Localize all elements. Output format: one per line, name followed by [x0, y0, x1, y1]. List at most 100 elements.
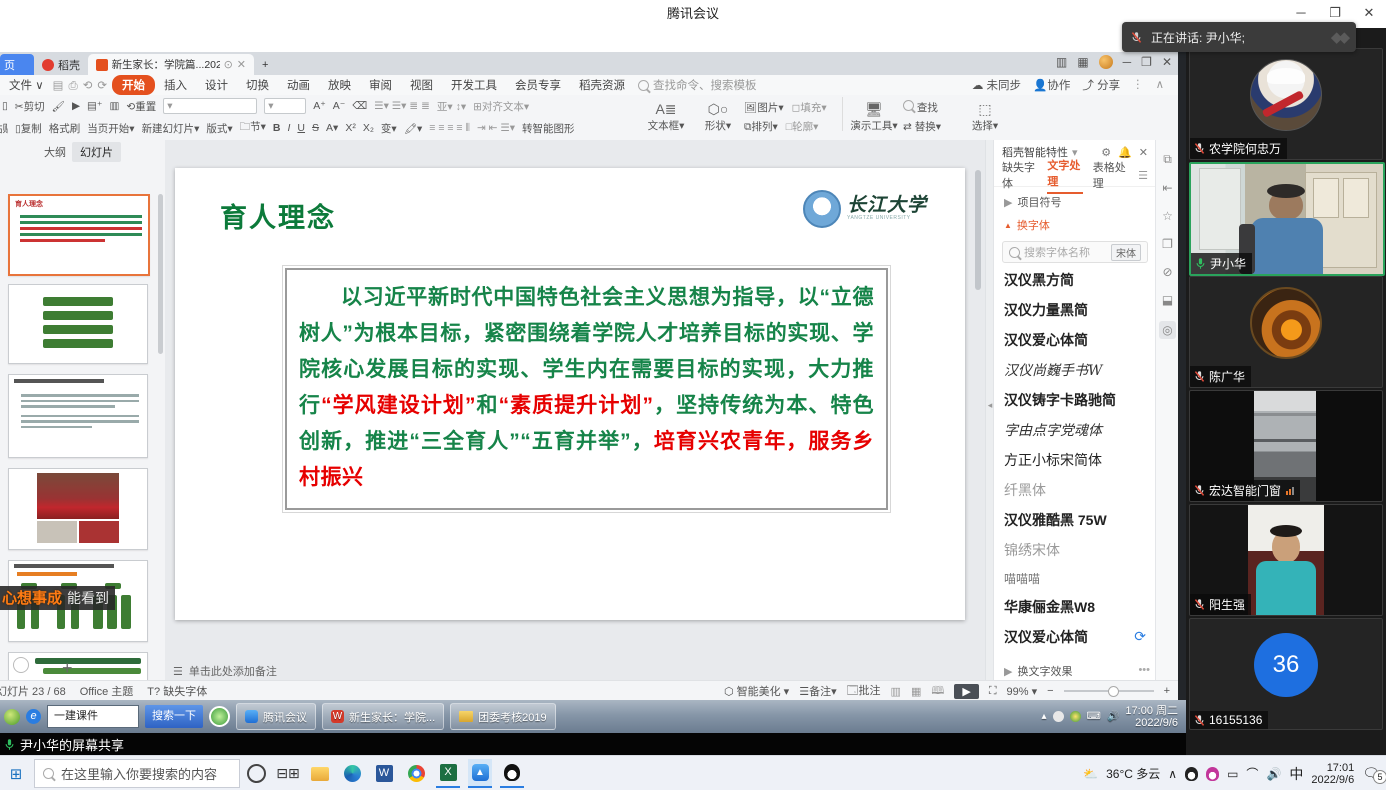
split-view-icon[interactable]: ▥: [1056, 55, 1067, 69]
ime-indicator[interactable]: 中: [1289, 764, 1303, 784]
add-slide-button[interactable]: +: [62, 658, 73, 679]
weather-icon[interactable]: ⛅: [1083, 767, 1098, 781]
task-view-icon[interactable]: ⊟⊞: [276, 760, 300, 787]
format-painter-button[interactable]: 格式刷: [49, 121, 81, 136]
picture-button[interactable]: 🖼图片▾: [744, 100, 784, 115]
highlight-icon[interactable]: 🖍▾: [404, 122, 423, 135]
font-item[interactable]: 汉仪力量黑简: [994, 295, 1156, 325]
replace-button[interactable]: ⇄ 替换▾: [903, 119, 959, 134]
slide-textbox[interactable]: 以习近平新时代中国特色社会主义思想为指导，以“立德树人”为根本目标，紧密围绕着学…: [285, 268, 888, 510]
section-button[interactable]: 🗀节▾: [240, 119, 266, 137]
menu-animation[interactable]: 动画: [278, 77, 319, 93]
participant-tile[interactable]: 陈广华: [1189, 276, 1383, 388]
tray-expand-icon[interactable]: ∧: [1168, 767, 1177, 781]
qq-icon[interactable]: [500, 759, 524, 788]
collab-button[interactable]: 👤协作: [1033, 77, 1070, 93]
font-item-applied[interactable]: 汉仪爱心体简⟳: [994, 622, 1156, 652]
slide-title[interactable]: 育人理念: [220, 196, 336, 235]
browser-home-tab[interactable]: 页: [0, 54, 34, 75]
smart-graphic-button[interactable]: 转智能图形▾: [522, 121, 574, 136]
shape-button[interactable]: ⬡○形状▾: [692, 97, 744, 137]
menu-member[interactable]: 会员专享: [506, 77, 570, 93]
menu-review[interactable]: 审阅: [360, 77, 401, 93]
browser360-icon[interactable]: [209, 706, 230, 727]
remote-clock[interactable]: 17:00 周二2022/9/6: [1125, 705, 1178, 729]
panel-menu-icon[interactable]: ☰: [1138, 169, 1148, 182]
tab-missing-fonts[interactable]: 缺失字体: [1002, 159, 1037, 191]
bullet-list-icon[interactable]: ☰▾ ☰▾ ≣ ≣: [374, 100, 430, 112]
view-normal-icon[interactable]: ▥: [891, 685, 901, 698]
missing-font-status[interactable]: T? 缺失字体: [147, 683, 207, 699]
wps-restore-icon[interactable]: ❐: [1141, 55, 1152, 69]
collapse-ribbon-icon[interactable]: ∧: [1156, 77, 1164, 93]
subscript-icon[interactable]: X₂: [363, 122, 374, 134]
align-icons[interactable]: ≡ ≡ ≡ ≡ ⫴: [429, 122, 470, 135]
font-color-icon[interactable]: A▾: [326, 122, 338, 134]
indent-icons[interactable]: ⇥ ⇤ ☰▾: [477, 122, 515, 134]
document-tab[interactable]: 新生家长：学院篇...20220905 ⊙ ✕: [88, 54, 254, 75]
close-icon[interactable]: ✕: [1352, 0, 1386, 28]
wps-close-icon[interactable]: ✕: [1162, 55, 1172, 69]
participant-tile[interactable]: 36 16155136: [1189, 618, 1383, 730]
zoom-in-icon[interactable]: +: [1164, 685, 1170, 697]
strike-icon[interactable]: S: [312, 122, 319, 134]
word-icon[interactable]: W: [372, 760, 396, 787]
tab-slides[interactable]: 幻灯片: [72, 142, 121, 162]
menu-slideshow[interactable]: 放映: [319, 77, 360, 93]
weather-text[interactable]: 36°C 多云: [1106, 765, 1160, 782]
paste-label[interactable]: 粘贴: [0, 121, 8, 136]
slide-thumbnail-current[interactable]: 育人理念: [8, 194, 150, 276]
file-explorer-icon[interactable]: [308, 760, 332, 787]
edge-icon[interactable]: [340, 760, 364, 787]
align-text-button[interactable]: ⊞对齐文本▾: [473, 99, 529, 114]
font-item[interactable]: 汉仪尚巍手书W: [994, 355, 1156, 385]
tim-tray-icon[interactable]: [1206, 767, 1219, 781]
textbox-button[interactable]: A≣文本框▾: [640, 97, 692, 137]
theme-name[interactable]: Office 主题: [80, 683, 134, 699]
more-icon[interactable]: ⋮: [1132, 77, 1144, 93]
tab-outline[interactable]: 大纲: [44, 144, 66, 160]
tray-volume-icon[interactable]: 🔊: [1107, 711, 1119, 722]
section-change-font[interactable]: ▲换字体: [994, 210, 1156, 233]
font-search-input[interactable]: 搜索字体名称 宋体: [1002, 241, 1148, 263]
section-text-effect[interactable]: ▶换文字效果: [994, 656, 1156, 679]
font-item[interactable]: 汉仪爱心体简: [994, 325, 1156, 355]
bell-icon[interactable]: 🔔: [1118, 146, 1132, 159]
font-item[interactable]: 汉仪黑方简: [994, 265, 1156, 295]
menu-file[interactable]: 文件 ∨: [0, 77, 53, 93]
tray-network-icon[interactable]: ⌨: [1087, 711, 1101, 722]
font-family-combo[interactable]: ▾: [163, 98, 257, 114]
italic-icon[interactable]: I: [288, 122, 291, 134]
slide-thumbnail[interactable]: [8, 284, 148, 364]
menu-docer-res[interactable]: 稻壳资源: [570, 77, 634, 93]
reset-button[interactable]: ⟲重置: [126, 99, 156, 114]
local-clock[interactable]: 17:012022/9/6: [1311, 762, 1354, 786]
excel-icon[interactable]: X: [436, 759, 460, 788]
slide-thumbnail[interactable]: [8, 468, 148, 550]
taskbar-search-input[interactable]: 在这里输入你要搜索的内容: [34, 759, 240, 788]
quick-access-icons[interactable]: ▤⎙⟲⟳: [53, 78, 112, 93]
font-item[interactable]: 纤黑体: [994, 475, 1156, 505]
panel-close-icon[interactable]: ✕: [1139, 146, 1148, 159]
tencent-meeting-icon[interactable]: ▲: [468, 759, 492, 788]
view-sorter-icon[interactable]: ▦: [911, 685, 921, 698]
font-item[interactable]: 汉仪铸字卡路驰简: [994, 385, 1156, 415]
menu-home[interactable]: 开始: [112, 75, 155, 95]
play-icon[interactable]: ▶: [72, 100, 80, 112]
find-button[interactable]: 查找: [903, 100, 959, 115]
slide-thumbnail[interactable]: [8, 652, 148, 682]
qq-tray-icon[interactable]: [1185, 767, 1198, 781]
resource-icon[interactable]: ⬓: [1162, 293, 1173, 307]
menu-insert[interactable]: 插入: [155, 77, 196, 93]
beautify-button[interactable]: ⬡ 智能美化 ▾: [724, 683, 789, 699]
tray-expand-icon[interactable]: ▴: [1041, 711, 1046, 722]
slide-canvas[interactable]: 育人理念 长江大学YANGTZE UNIVERSITY 以习近平新时代中国特色社…: [175, 168, 965, 620]
font-item[interactable]: 喵喵喵: [994, 565, 1156, 592]
menu-design[interactable]: 设计: [196, 77, 237, 93]
menu-transition[interactable]: 切换: [237, 77, 278, 93]
tray-icon-green[interactable]: [1070, 711, 1081, 722]
window-icon[interactable]: ❐: [1162, 237, 1173, 251]
font-item[interactable]: 华康俪金黑W8: [994, 592, 1156, 622]
font-item[interactable]: 方正小标宋简体: [994, 445, 1156, 475]
chrome-icon[interactable]: [404, 760, 428, 787]
